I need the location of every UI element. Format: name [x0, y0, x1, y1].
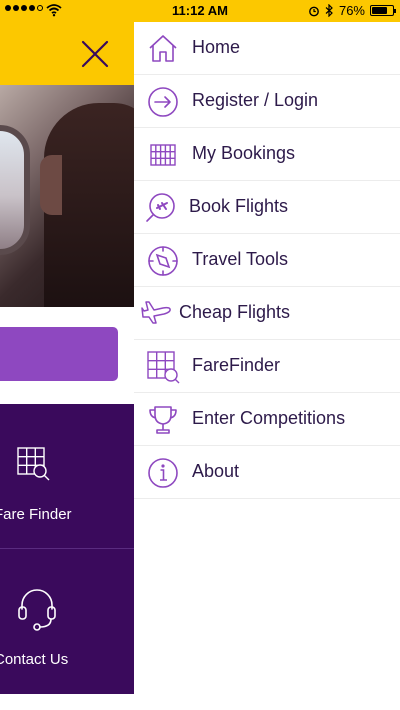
main-page: Fare Finder Contact Us [0, 22, 134, 710]
farefinder-icon [147, 351, 180, 384]
menu-item-label: Book Flights [189, 196, 289, 216]
battery-icon [370, 5, 396, 16]
headset-icon [18, 589, 56, 631]
menu-item-book-flights[interactable]: Book Flights [134, 181, 400, 234]
menu-item-label: Travel Tools [192, 249, 289, 269]
menu-item-home[interactable]: Home [134, 22, 400, 75]
status-bar: 11:12 AM 76% [0, 0, 400, 22]
menu-item-label: Register / Login [192, 90, 319, 110]
menu-item-label: My Bookings [192, 143, 296, 163]
bluetooth-icon [325, 4, 333, 17]
hero-image [0, 85, 134, 307]
close-icon[interactable] [80, 39, 110, 69]
menu-item-cheap-flights[interactable]: Cheap Flights [134, 287, 400, 340]
navigation-drawer: Home Register / Login My Bookings Book F… [134, 22, 400, 710]
info-icon [148, 458, 178, 488]
menu-item-travel-tools[interactable]: Travel Tools [134, 234, 400, 287]
main-header [0, 22, 134, 85]
menu-item-label: Cheap Flights [179, 302, 291, 322]
menu-item-label: Home [192, 37, 241, 57]
grid-icon [150, 144, 176, 166]
tile-label: Contact Us [0, 651, 69, 668]
menu-item-farefinder[interactable]: FareFinder [134, 340, 400, 393]
compass-icon [148, 246, 178, 276]
tile-contact-us[interactable]: Contact Us [0, 549, 134, 694]
plane-search-icon [146, 193, 175, 222]
menu-item-about[interactable]: About [134, 446, 400, 499]
menu-item-label: FareFinder [192, 355, 281, 375]
trophy-icon [149, 406, 177, 434]
home-icon [149, 35, 177, 62]
tile-fare-finder[interactable]: Fare Finder [0, 404, 134, 549]
menu-item-register-login[interactable]: Register / Login [134, 75, 400, 128]
menu-item-label: Enter Competitions [192, 408, 346, 428]
menu-item-label: About [192, 461, 240, 481]
feature-tiles: Fare Finder Contact Us [0, 404, 134, 694]
tile-label: Fare Finder [0, 506, 72, 523]
plane-icon [141, 301, 171, 324]
farefinder-icon [17, 447, 50, 481]
menu-item-enter-competitions[interactable]: Enter Competitions [134, 393, 400, 446]
arrow-circle-icon [148, 87, 178, 117]
primary-action-button[interactable] [0, 327, 118, 381]
alarm-icon [309, 6, 319, 16]
battery-percent: 76% [338, 3, 365, 18]
menu-item-my-bookings[interactable]: My Bookings [134, 128, 400, 181]
